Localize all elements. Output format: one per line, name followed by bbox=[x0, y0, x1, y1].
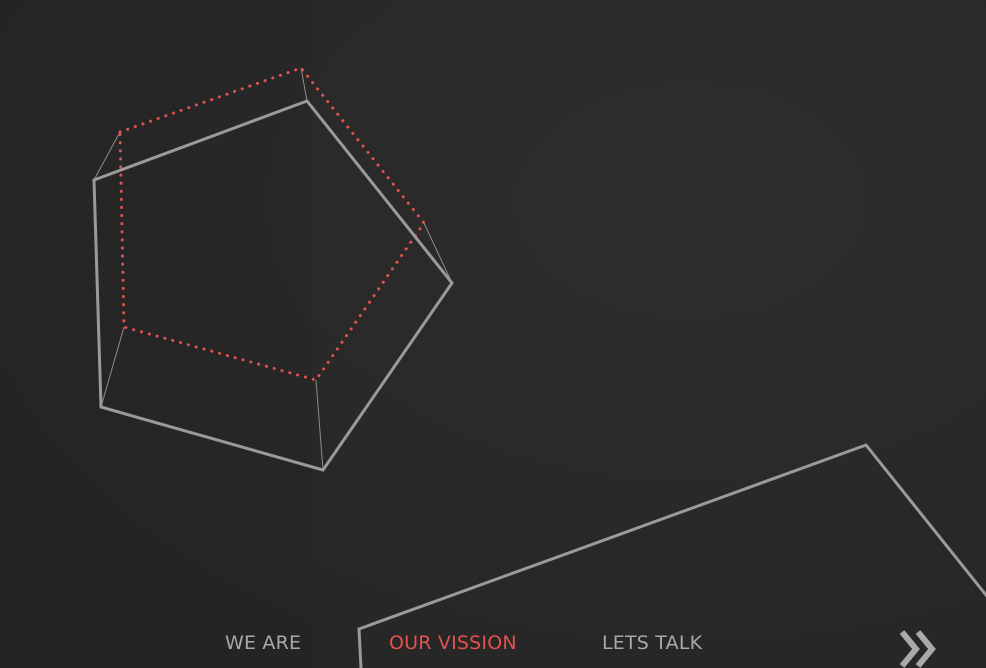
prism-edge bbox=[100, 326, 125, 408]
prism-edge bbox=[300, 67, 308, 102]
geometric-illustration bbox=[92, 66, 986, 668]
double-chevron-right-icon bbox=[899, 630, 936, 668]
next-slide-button[interactable] bbox=[898, 628, 944, 668]
nav-link-lets-talk[interactable]: LETS TALK bbox=[602, 632, 702, 654]
nav-link-our-vission[interactable]: OUR VISSION bbox=[389, 632, 517, 654]
prism-edge bbox=[315, 379, 324, 471]
nav-link-we-are[interactable]: WE ARE bbox=[225, 632, 301, 654]
pentagon-prism bbox=[92, 66, 454, 472]
solid-pentagon bbox=[92, 99, 454, 472]
slide-canvas: WE ARE OUR VISSION LETS TALK bbox=[0, 0, 986, 668]
